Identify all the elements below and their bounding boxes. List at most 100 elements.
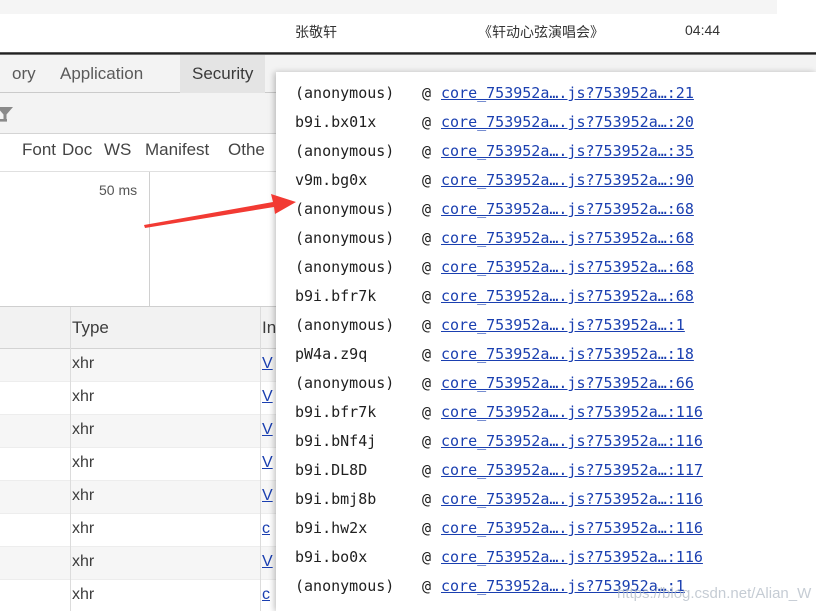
at-separator: @ xyxy=(422,548,432,566)
stack-frame-row[interactable]: (anonymous) @ core_753952a….js?753952a…:68 xyxy=(276,196,816,225)
stack-frame-source-link[interactable]: core_753952a….js?753952a…:1 xyxy=(441,316,685,334)
stack-frame-source-link[interactable]: core_753952a….js?753952a…:1 xyxy=(441,577,685,595)
devtools-tab-security[interactable]: Security xyxy=(180,55,266,93)
cell-initiator-link[interactable]: V xyxy=(262,421,273,439)
stack-frame-source-link[interactable]: core_753952a….js?753952a…:90 xyxy=(441,171,694,189)
cell-request-type: xhr xyxy=(72,388,95,405)
cell-initiator-link[interactable]: c xyxy=(262,520,270,538)
table-row[interactable]: xhr V xyxy=(0,448,300,481)
stack-frame-function-name: b9i.bx01x xyxy=(295,113,377,131)
table-row[interactable]: xhr V xyxy=(0,547,300,580)
at-separator: @ xyxy=(422,461,432,479)
media-track-title: 《轩动心弦演唱会》 xyxy=(478,25,604,41)
stack-frame-source-link[interactable]: core_753952a….js?753952a…:117 xyxy=(441,461,703,479)
stack-frame-row[interactable]: v9m.bg0x @ core_753952a….js?753952a…:90 xyxy=(276,167,816,196)
stack-frame-function-name: b9i.bmj8b xyxy=(295,490,377,508)
stack-frame-function-name: (anonymous) xyxy=(295,374,395,392)
stack-frame-source-link[interactable]: core_753952a….js?753952a…:21 xyxy=(441,84,694,102)
stack-frame-source-link[interactable]: core_753952a….js?753952a…:68 xyxy=(441,200,694,218)
cell-request-type: xhr xyxy=(72,421,95,438)
cell-request-type: xhr xyxy=(72,454,95,471)
cell-initiator-link[interactable]: V xyxy=(262,553,273,571)
stack-frame-source-link[interactable]: core_753952a….js?753952a…:66 xyxy=(441,374,694,392)
stack-frame-source-link[interactable]: core_753952a….js?753952a…:68 xyxy=(441,287,694,305)
stack-frame-source-link[interactable]: core_753952a….js?753952a…:116 xyxy=(441,548,703,566)
column-separator[interactable] xyxy=(260,307,261,611)
stack-frame-function-name: b9i.bfr7k xyxy=(295,403,377,421)
stack-frame-row[interactable]: b9i.bfr7k @ core_753952a….js?753952a…:68 xyxy=(276,283,816,312)
at-separator: @ xyxy=(422,519,432,537)
cell-initiator-link[interactable]: V xyxy=(262,487,273,505)
stack-frame-row[interactable]: (anonymous) @ core_753952a….js?753952a…:66 xyxy=(276,370,816,399)
table-row[interactable]: xhr V xyxy=(0,481,300,514)
stack-frame-source-link[interactable]: core_753952a….js?753952a…:116 xyxy=(441,490,703,508)
stack-frame-row[interactable]: (anonymous) @ core_753952a….js?753952a…:68 xyxy=(276,225,816,254)
stack-frame-function-name: (anonymous) xyxy=(295,200,395,218)
resource-type-font[interactable]: Font xyxy=(22,140,56,160)
browser-top-strip xyxy=(0,0,777,14)
cell-request-type: xhr xyxy=(72,586,95,603)
stack-frame-source-link[interactable]: core_753952a….js?753952a…:20 xyxy=(441,113,694,131)
stack-frame-row[interactable]: (anonymous) @ core_753952a….js?753952a…:35 xyxy=(276,138,816,167)
table-row[interactable]: xhr V xyxy=(0,382,300,415)
media-player-bar: 张敬轩 《轩动心弦演唱会》 04:44 xyxy=(0,14,816,53)
stack-frame-row[interactable]: b9i.bfr7k @ core_753952a….js?753952a…:116 xyxy=(276,399,816,428)
stack-frame-source-link[interactable]: core_753952a….js?753952a…:35 xyxy=(441,142,694,160)
stack-frame-row[interactable]: (anonymous) @ core_753952a….js?753952a…:21 xyxy=(276,80,816,109)
stack-frame-row[interactable]: b9i.bmj8b @ core_753952a….js?753952a…:116 xyxy=(276,486,816,515)
table-column-header[interactable]: Type xyxy=(72,318,109,338)
stack-frame-row[interactable]: (anonymous) @ core_753952a….js?753952a…:68 xyxy=(276,254,816,283)
network-overview-timeline: 50 ms xyxy=(0,172,300,307)
stack-frame-row[interactable]: (anonymous) @ core_753952a….js?753952a…:1 xyxy=(276,312,816,341)
at-separator: @ xyxy=(422,258,432,276)
table-row[interactable]: xhr c xyxy=(0,580,300,611)
stack-frame-function-name: (anonymous) xyxy=(295,229,395,247)
resource-type-doc[interactable]: Doc xyxy=(62,140,92,160)
table-row[interactable]: xhr V xyxy=(0,349,300,382)
resource-type-othe[interactable]: Othe xyxy=(228,140,265,160)
table-row[interactable]: xhr V xyxy=(0,415,300,448)
column-separator[interactable] xyxy=(70,307,71,611)
stack-frame-source-link[interactable]: core_753952a….js?753952a…:116 xyxy=(441,432,703,450)
stack-frame-source-link[interactable]: core_753952a….js?753952a…:68 xyxy=(441,229,694,247)
at-separator: @ xyxy=(422,229,432,247)
resource-type-ws[interactable]: WS xyxy=(104,140,131,160)
cell-request-type: xhr xyxy=(72,553,95,570)
funnel-icon[interactable] xyxy=(0,105,16,123)
stack-frame-source-link[interactable]: core_753952a….js?753952a…:116 xyxy=(441,403,703,421)
at-separator: @ xyxy=(422,403,432,421)
devtools-tab-application[interactable]: Application xyxy=(48,55,155,93)
at-separator: @ xyxy=(422,113,432,131)
stack-frame-row[interactable]: b9i.bo0x @ core_753952a….js?753952a…:116 xyxy=(276,544,816,573)
stack-frame-row[interactable]: b9i.DL8D @ core_753952a….js?753952a…:117 xyxy=(276,457,816,486)
stack-frame-row[interactable]: (anonymous) @ core_753952a….js?753952a…:1 xyxy=(276,573,816,602)
cell-initiator-link[interactable]: c xyxy=(262,586,270,604)
cell-initiator-link[interactable]: V xyxy=(262,454,273,472)
table-header-row: Type In xyxy=(0,307,300,349)
overview-gridline xyxy=(149,172,150,307)
at-separator: @ xyxy=(422,432,432,450)
stack-frame-source-link[interactable]: core_753952a….js?753952a…:116 xyxy=(441,519,703,537)
screenshot-root: 张敬轩 《轩动心弦演唱会》 04:44 ory Application Securi… xyxy=(0,0,816,611)
cell-initiator-link[interactable]: V xyxy=(262,388,273,406)
stack-frame-function-name: b9i.DL8D xyxy=(295,461,368,479)
stack-frame-source-link[interactable]: core_753952a….js?753952a…:68 xyxy=(441,258,694,276)
stack-frame-row[interactable]: b9i.bNf4j @ core_753952a….js?753952a…:116 xyxy=(276,428,816,457)
cell-request-type: xhr xyxy=(72,487,95,504)
stack-frame-function-name: b9i.bfr7k xyxy=(295,287,377,305)
at-separator: @ xyxy=(422,142,432,160)
stack-frame-row[interactable]: pW4a.z9q @ core_753952a….js?753952a…:18 xyxy=(276,341,816,370)
media-artist-name: 张敬轩 xyxy=(295,25,337,41)
initiator-stack-trace-popup: (anonymous) @ core_753952a….js?753952a…:21… xyxy=(276,72,816,611)
at-separator: @ xyxy=(422,287,432,305)
resource-type-manifest[interactable]: Manifest xyxy=(145,140,209,160)
stack-frame-row[interactable]: b9i.hw2x @ core_753952a….js?753952a…:116 xyxy=(276,515,816,544)
devtools-tab-ory[interactable]: ory xyxy=(0,55,48,93)
table-row[interactable]: xhr c xyxy=(0,514,300,547)
stack-frame-function-name: (anonymous) xyxy=(295,577,395,595)
stack-frame-source-link[interactable]: core_753952a….js?753952a…:18 xyxy=(441,345,694,363)
cell-initiator-link[interactable]: V xyxy=(262,355,273,373)
table-column-header[interactable]: In xyxy=(262,318,276,338)
stack-frame-row[interactable]: b9i.bx01x @ core_753952a….js?753952a…:20 xyxy=(276,109,816,138)
at-separator: @ xyxy=(422,316,432,334)
